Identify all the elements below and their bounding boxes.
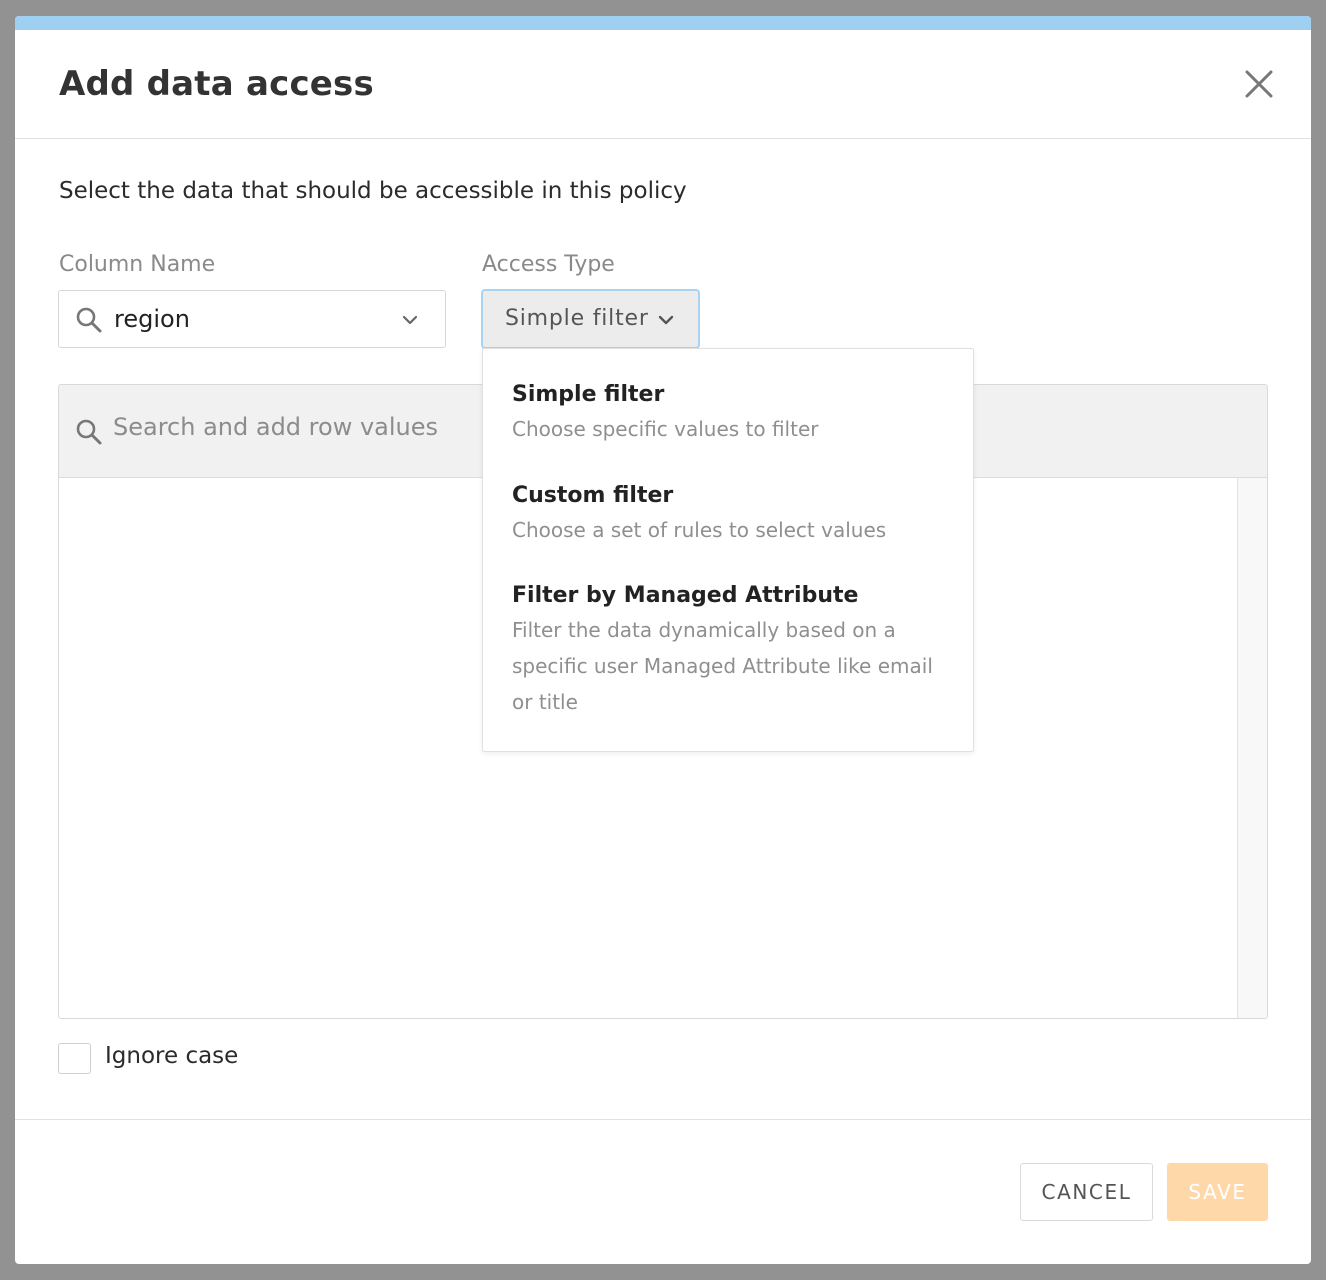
search-icon [76, 419, 102, 445]
column-name-select[interactable]: region [58, 290, 446, 348]
ignore-case-label: Ignore case [105, 1043, 239, 1069]
dropdown-option-custom-filter[interactable]: Custom filter Choose a set of rules to s… [512, 480, 952, 548]
column-name-value: region [114, 305, 190, 333]
option-title: Custom filter [512, 483, 674, 508]
dialog-header: Add data access [15, 30, 1311, 139]
search-icon [76, 307, 102, 333]
access-type-label: Access Type [482, 252, 615, 277]
add-data-access-dialog: Add data access Select the data that sho… [15, 16, 1311, 1264]
cancel-button[interactable]: CANCEL [1020, 1163, 1153, 1221]
access-type-select[interactable]: Simple filter [481, 289, 700, 349]
close-button[interactable] [1241, 66, 1277, 102]
option-description: Choose specific values to filter [512, 417, 819, 441]
dialog-accent-bar [15, 16, 1311, 30]
close-icon [1245, 70, 1273, 98]
dialog-subtitle: Select the data that should be accessibl… [59, 178, 687, 204]
row-values-scrollbar[interactable] [1237, 478, 1267, 1018]
dialog-title: Add data access [59, 64, 374, 104]
option-title: Simple filter [512, 382, 665, 407]
access-type-value: Simple filter [505, 306, 649, 331]
access-type-dropdown: Simple filter Choose specific values to … [482, 348, 974, 752]
option-title: Filter by Managed Attribute [512, 583, 859, 608]
column-name-label: Column Name [59, 252, 216, 277]
dropdown-option-simple-filter[interactable]: Simple filter Choose specific values to … [512, 379, 952, 447]
dropdown-option-managed-attribute[interactable]: Filter by Managed Attribute Filter the d… [512, 580, 952, 720]
option-description: Filter the data dynamically based on a s… [512, 618, 933, 714]
option-description: Choose a set of rules to select values [512, 518, 887, 542]
footer-divider [15, 1119, 1311, 1120]
chevron-down-icon [402, 315, 418, 325]
save-button[interactable]: SAVE [1167, 1163, 1268, 1221]
ignore-case-checkbox[interactable] [58, 1043, 91, 1074]
chevron-down-icon [658, 315, 674, 325]
